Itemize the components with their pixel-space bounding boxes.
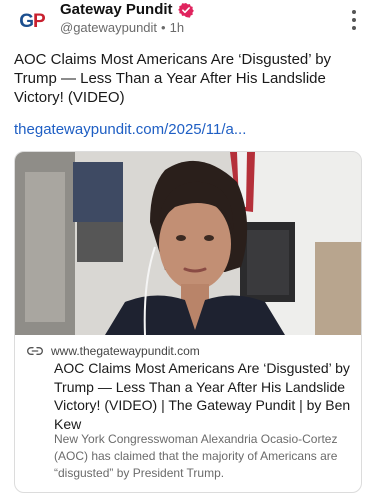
- card-title[interactable]: AOC Claims Most Americans Are ‘Disgusted…: [54, 359, 354, 433]
- avatar-initial-g: G: [19, 11, 34, 32]
- card-description: New York Congresswoman Alexandria Ocasio…: [54, 432, 338, 480]
- video-thumbnail[interactable]: [15, 152, 361, 335]
- author-meta: @gatewaypundit • 1h: [60, 20, 184, 35]
- author-display-name[interactable]: Gateway Pundit: [60, 1, 173, 18]
- social-post: GP Gateway Pundit @gatewaypundit • 1h AO…: [0, 0, 376, 500]
- card-domain-row: www.thegatewaypundit.com: [27, 344, 200, 358]
- avatar-initial-p: P: [33, 11, 46, 32]
- card-domain: www.thegatewaypundit.com: [51, 344, 200, 358]
- post-time: 1h: [169, 20, 185, 35]
- avatar[interactable]: GP: [14, 4, 50, 40]
- author-name-row: Gateway Pundit: [60, 1, 194, 18]
- verified-badge-icon: [177, 2, 194, 18]
- more-vertical-icon[interactable]: [346, 10, 362, 30]
- author-handle[interactable]: @gatewaypundit: [60, 20, 157, 35]
- link-icon: [27, 346, 43, 355]
- thumbnail-image: [15, 152, 361, 335]
- post-link[interactable]: thegatewaypundit.com/2025/11/a...: [14, 121, 246, 138]
- link-preview-card[interactable]: www.thegatewaypundit.com AOC Claims Most…: [14, 151, 362, 493]
- post-text: AOC Claims Most Americans Are ‘Disgusted…: [14, 51, 332, 106]
- meta-separator: •: [161, 20, 166, 35]
